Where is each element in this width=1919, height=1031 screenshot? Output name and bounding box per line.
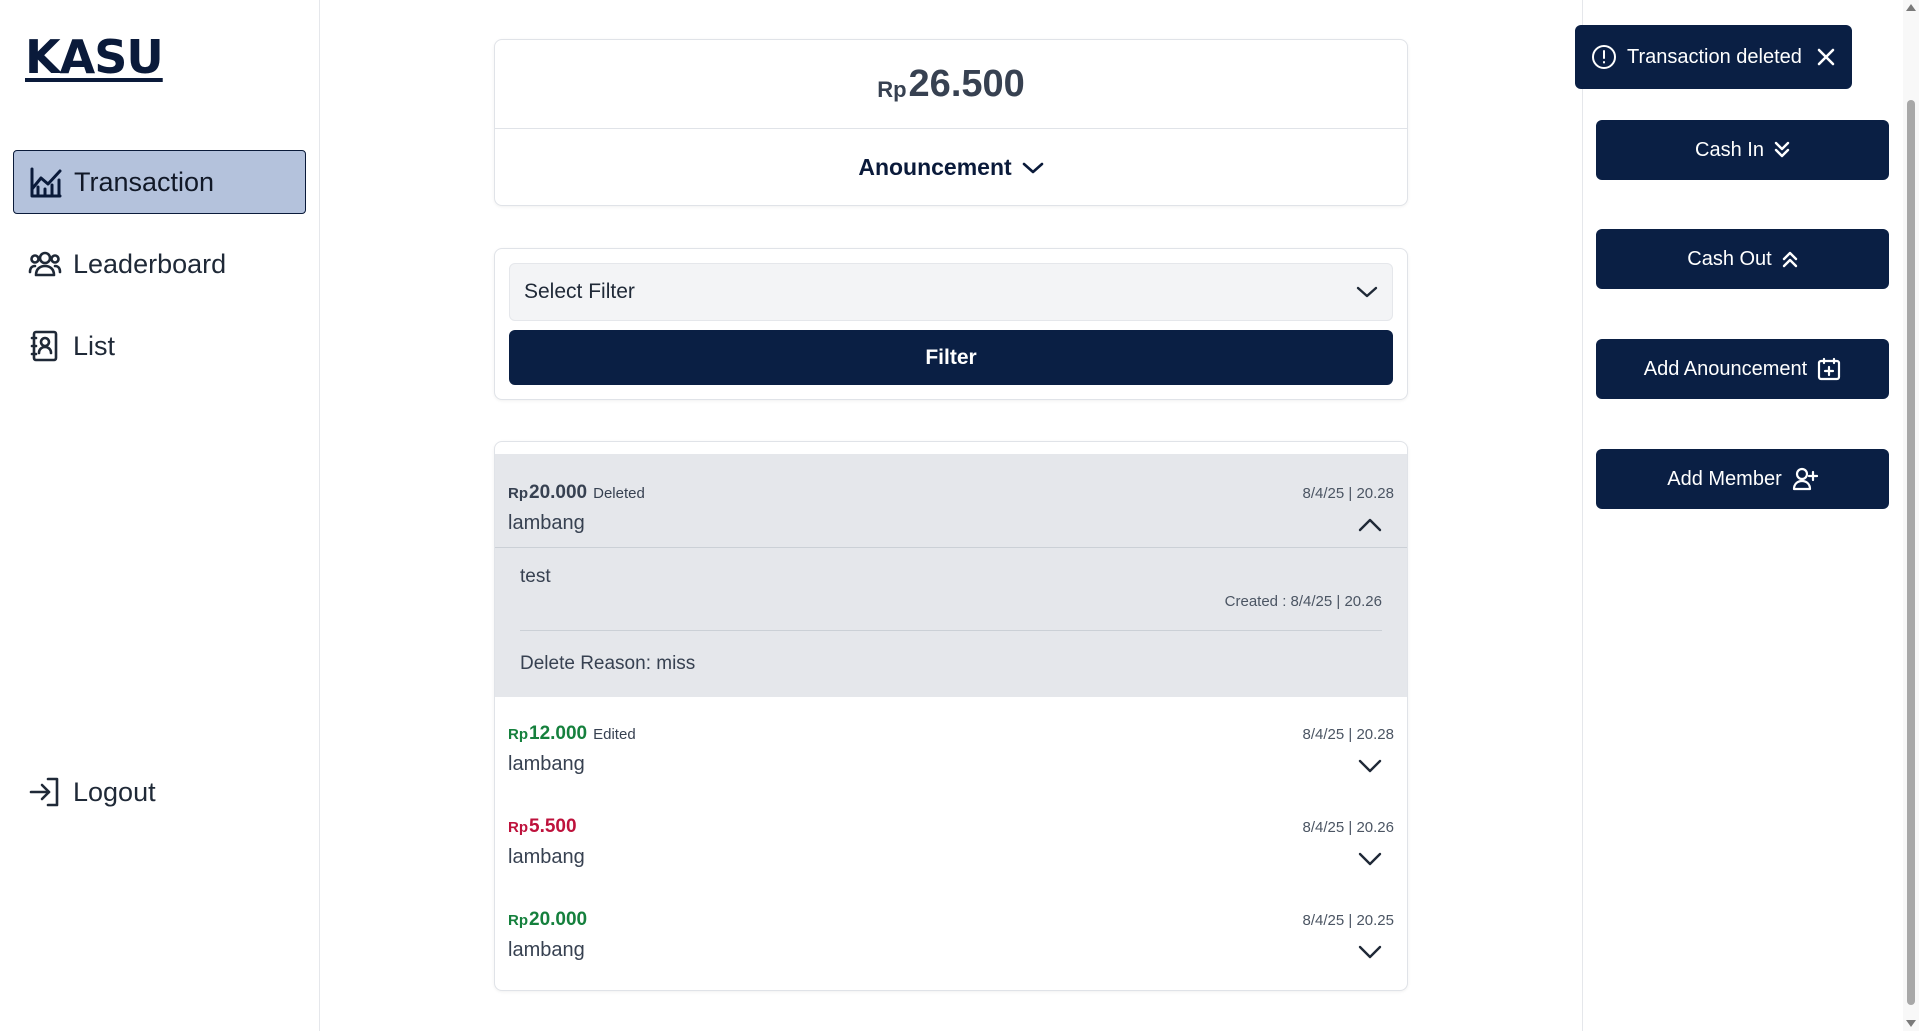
page-scrollbar[interactable]: [1903, 0, 1919, 1031]
status-badge: Deleted: [593, 485, 645, 502]
amount-value: 5.500: [529, 816, 577, 837]
note-text: test: [520, 566, 551, 587]
status-badge: Edited: [593, 726, 636, 743]
transaction-header[interactable]: Rp 20.000 Deleted lambang 8/4/25 | 20.28: [495, 454, 1407, 547]
sidebar-item-label: Transaction: [74, 166, 215, 197]
list-item[interactable]: Rp 5.500 lambang 8/4/25 | 20.26: [495, 788, 1407, 881]
balance-display: Rp 26.500: [495, 40, 1407, 129]
chevron-up-icon[interactable]: [1357, 514, 1383, 536]
list-item[interactable]: Rp 20.000 lambang 8/4/25 | 20.25: [495, 881, 1407, 974]
transaction-member: lambang: [508, 512, 585, 534]
transaction-note: test Created : 8/4/25 | 20.26: [520, 548, 1382, 631]
logout-icon: [27, 774, 63, 810]
sidebar-item-list[interactable]: List: [13, 314, 306, 378]
cash-in-button[interactable]: Cash In: [1596, 120, 1889, 180]
sidebar-item-leaderboard[interactable]: Leaderboard: [13, 232, 306, 296]
transaction-date: 8/4/25 | 20.25: [1302, 912, 1394, 929]
transaction-amount: Rp 20.000 Deleted: [508, 482, 645, 504]
amount-value: 20.000: [529, 909, 588, 930]
filter-select[interactable]: Select Filter: [509, 263, 1393, 321]
chevron-down-icon[interactable]: [1357, 848, 1383, 870]
chevron-down-icon: [1356, 286, 1378, 298]
toast-message: Transaction deleted: [1627, 45, 1802, 68]
transaction-amount: Rp 5.500: [508, 816, 577, 838]
list-item: Rp 20.000 Deleted lambang 8/4/25 | 20.28…: [495, 454, 1407, 697]
amount-currency: Rp: [508, 726, 528, 743]
close-icon[interactable]: [1814, 45, 1838, 69]
transaction-member: lambang: [508, 753, 585, 775]
user-plus-icon: [1792, 467, 1818, 491]
transaction-header[interactable]: Rp 12.000 Edited lambang 8/4/25 | 20.28: [495, 695, 1407, 788]
amount-value: 20.000: [529, 482, 588, 503]
sidebar-item-transaction[interactable]: Transaction: [13, 150, 306, 214]
announcement-label: Anouncement: [858, 154, 1012, 180]
transaction-details: test Created : 8/4/25 | 20.26 Delete Rea…: [495, 547, 1407, 697]
amount-value: 12.000: [529, 723, 588, 744]
right-panel-divider: [1582, 0, 1583, 1031]
amount-currency: Rp: [508, 485, 528, 502]
app-logo[interactable]: KASU: [25, 30, 164, 84]
cash-in-label: Cash In: [1695, 138, 1764, 161]
chevron-down-icon[interactable]: [1357, 941, 1383, 963]
transaction-member: lambang: [508, 939, 585, 961]
add-member-button[interactable]: Add Member: [1596, 449, 1889, 509]
transaction-date: 8/4/25 | 20.28: [1302, 485, 1394, 502]
transaction-list: Rp 20.000 Deleted lambang 8/4/25 | 20.28…: [494, 441, 1408, 991]
balance-amount: 26.500: [908, 62, 1025, 105]
scroll-thumb[interactable]: [1907, 100, 1915, 1005]
announcement-toggle[interactable]: Anouncement: [495, 129, 1407, 206]
filter-card: Select Filter Filter: [494, 248, 1408, 400]
sidebar: KASU Transaction Leaderboard List Logout: [0, 0, 320, 1031]
scroll-down-arrow[interactable]: [1906, 1020, 1916, 1027]
transaction-amount: Rp 20.000: [508, 909, 587, 931]
transaction-date: 8/4/25 | 20.28: [1302, 726, 1394, 743]
calendar-plus-icon: [1818, 357, 1841, 381]
scroll-up-arrow[interactable]: [1906, 4, 1916, 11]
add-announcement-button[interactable]: Add Anouncement: [1596, 339, 1889, 399]
logout-button[interactable]: Logout: [13, 760, 306, 824]
contact-book-icon: [27, 328, 63, 364]
logout-label: Logout: [73, 776, 156, 807]
add-announcement-label: Add Anouncement: [1643, 357, 1808, 380]
cash-out-button[interactable]: Cash Out: [1596, 229, 1889, 289]
balance-card: Rp 26.500 Anouncement: [494, 39, 1408, 206]
chevrons-down-icon: [1774, 141, 1790, 158]
filter-select-value: Select Filter: [524, 280, 635, 303]
balance-currency: Rp: [877, 77, 907, 102]
transaction-date: 8/4/25 | 20.26: [1302, 819, 1394, 836]
chevrons-up-icon: [1782, 251, 1797, 268]
sidebar-item-label: List: [73, 330, 116, 361]
transaction-member: lambang: [508, 846, 585, 868]
created-timestamp: Created : 8/4/25 | 20.26: [1224, 593, 1382, 610]
toast-notification: Transaction deleted: [1575, 25, 1852, 89]
delete-reason: Delete Reason: miss: [520, 653, 696, 674]
amount-currency: Rp: [508, 912, 528, 929]
amount-currency: Rp: [508, 819, 528, 836]
chart-line-icon: [28, 164, 64, 200]
add-member-label: Add Member: [1667, 467, 1782, 490]
transaction-header[interactable]: Rp 20.000 lambang 8/4/25 | 20.25: [495, 881, 1407, 974]
filter-button[interactable]: Filter: [509, 330, 1393, 385]
cash-out-label: Cash Out: [1687, 247, 1772, 270]
list-item[interactable]: Rp 12.000 Edited lambang 8/4/25 | 20.28: [495, 695, 1407, 788]
transaction-header[interactable]: Rp 5.500 lambang 8/4/25 | 20.26: [495, 788, 1407, 881]
sidebar-item-label: Leaderboard: [73, 248, 227, 279]
chevron-down-icon[interactable]: [1357, 755, 1383, 777]
users-icon: [27, 246, 63, 282]
alert-circle-icon: [1592, 45, 1616, 69]
chevron-down-icon: [1022, 162, 1043, 173]
transaction-amount: Rp 12.000 Edited: [508, 723, 636, 745]
